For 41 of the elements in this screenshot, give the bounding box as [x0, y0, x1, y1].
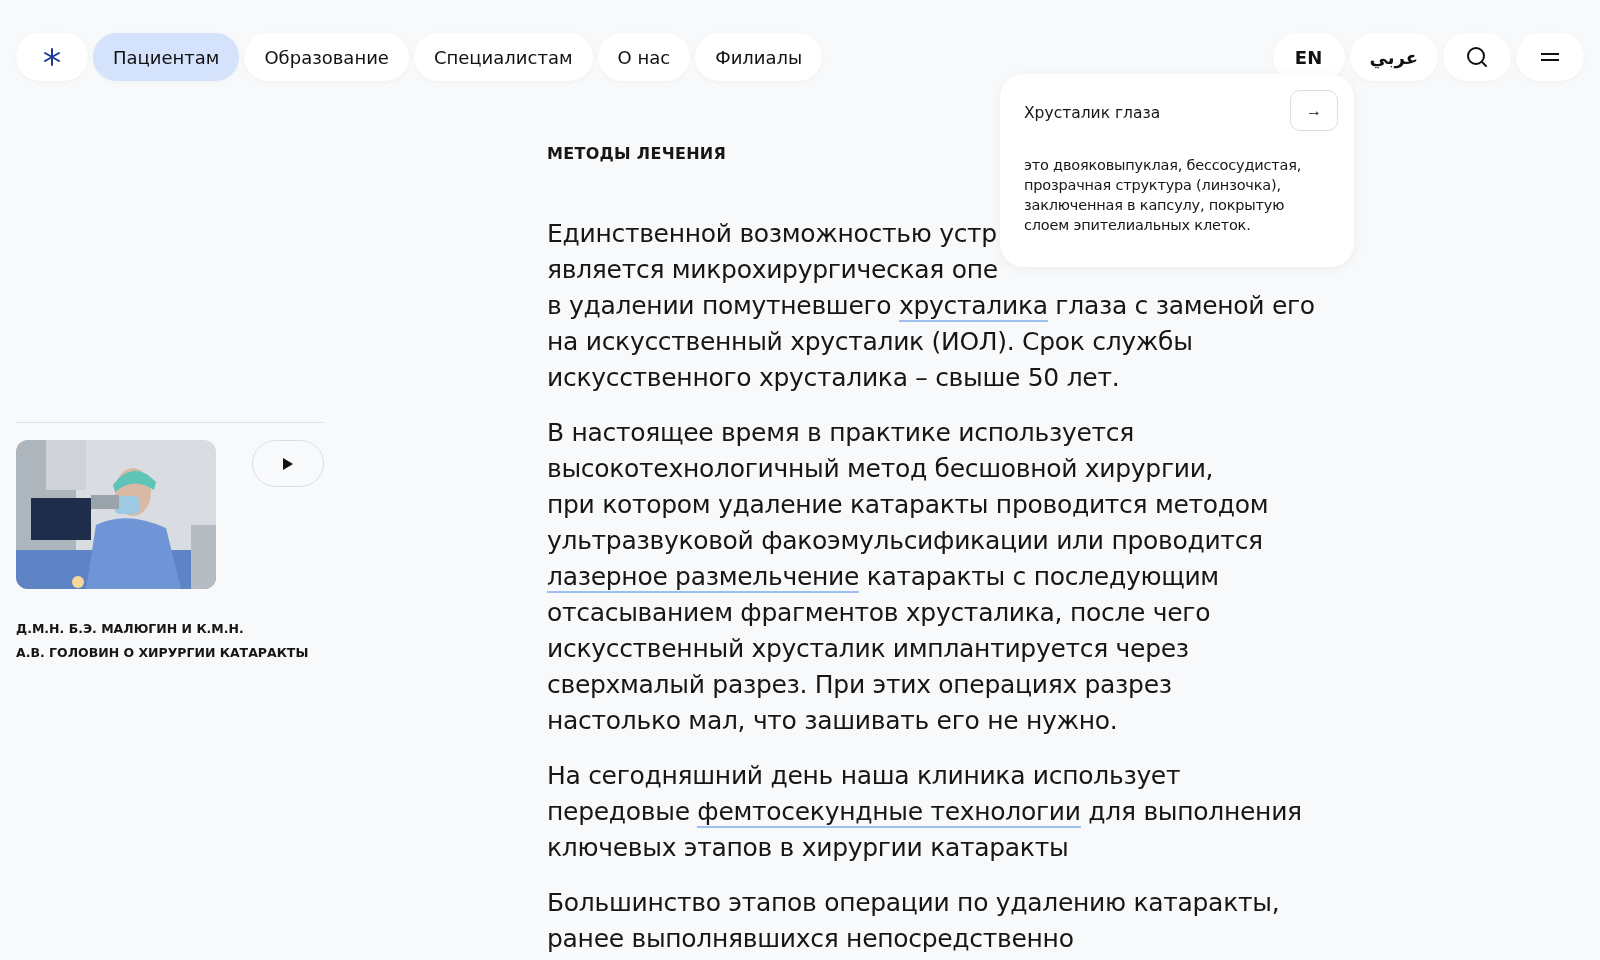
- paragraph-line: настолько мал, что зашивать его не нужно.: [547, 705, 1118, 737]
- term-link[interactable]: лазерное размельчение: [547, 562, 860, 593]
- paragraph-line: ультразвуковой факоэмульсификации или проводится: [547, 525, 1263, 557]
- menu-icon: [1540, 52, 1560, 62]
- popup-title: Хрусталик глаза: [1024, 103, 1161, 122]
- paragraph-line: является микрохирургическая опе: [547, 254, 998, 286]
- search-icon: [1465, 45, 1489, 69]
- paragraph-line: высокотехнологичный метод бесшовной хирургии,: [547, 453, 1214, 485]
- paragraph-line: Большинство этапов операции по удалению катаракты,: [547, 887, 1280, 919]
- paragraph-line: на искусственный хрусталик (ИОЛ). Срок службы: [547, 326, 1193, 358]
- paragraph-line: На сегодняшний день наша клиника использует: [547, 760, 1181, 792]
- term-link[interactable]: хрусталика: [899, 291, 1048, 322]
- video-caption: А.В. ГОЛОВИН О ХИРУРГИИ КАТАРАКТЫ: [16, 644, 310, 662]
- paragraph-line: в удалении помутневшего хрусталика глаза с заменой его: [547, 290, 1315, 324]
- search-button[interactable]: [1443, 33, 1511, 81]
- term-link[interactable]: фемтосекундные технологии: [697, 797, 1081, 828]
- paragraph-line: сверхмалый разрез. При этих операциях разрез: [547, 669, 1172, 701]
- paragraph-line: В настоящее время в практике используется: [547, 417, 1134, 449]
- section-label: МЕТОДЫ ЛЕЧЕНИЯ: [547, 144, 728, 163]
- play-icon: [283, 457, 293, 470]
- nav-tab[interactable]: Пациентам: [93, 33, 240, 81]
- popup-text: это двояковыпуклая, бессосудистая, прозрачная структура (линзочка), заключенная в капсулу, покрытую слоем эпителиальных клеток.: [1024, 156, 1303, 235]
- paragraph-line: отсасыванием фрагментов хрусталика, после чего: [547, 597, 1211, 629]
- paragraph-line: лазерное размельчение катаракты с последующим: [547, 561, 1219, 595]
- nav-tab[interactable]: Образование: [244, 33, 409, 81]
- open-term-button[interactable]: →: [1290, 90, 1338, 131]
- asterisk-logo-icon: [42, 47, 62, 67]
- nav-tab[interactable]: Специалистам: [413, 33, 593, 81]
- logo-button[interactable]: [16, 33, 88, 81]
- paragraph-line: Единственной возможностью устр: [547, 218, 997, 250]
- paragraph-line: искусственного хрусталика – свыше 50 лет.: [547, 362, 1120, 394]
- paragraph-line: ранее выполнявшихся непосредственно: [547, 923, 1074, 955]
- nav-tab[interactable]: Филиалы: [695, 33, 823, 81]
- video-caption: Д.М.Н. Б.Э. МАЛЮГИН И К.М.Н.: [16, 620, 245, 638]
- menu-button[interactable]: [1516, 33, 1584, 81]
- paragraph-line: при котором удаление катаракты проводится методом: [547, 489, 1269, 521]
- paragraph-line: ключевых этапов в хирургии катаракты: [547, 832, 1069, 864]
- paragraph-line: передовые фемтосекундные технологии для выполнения: [547, 796, 1302, 830]
- language-button[interactable]: عربي: [1349, 33, 1438, 81]
- nav-tab[interactable]: О нас: [597, 33, 691, 81]
- paragraph-line: искусственный хрусталик имплантируется через: [547, 633, 1189, 665]
